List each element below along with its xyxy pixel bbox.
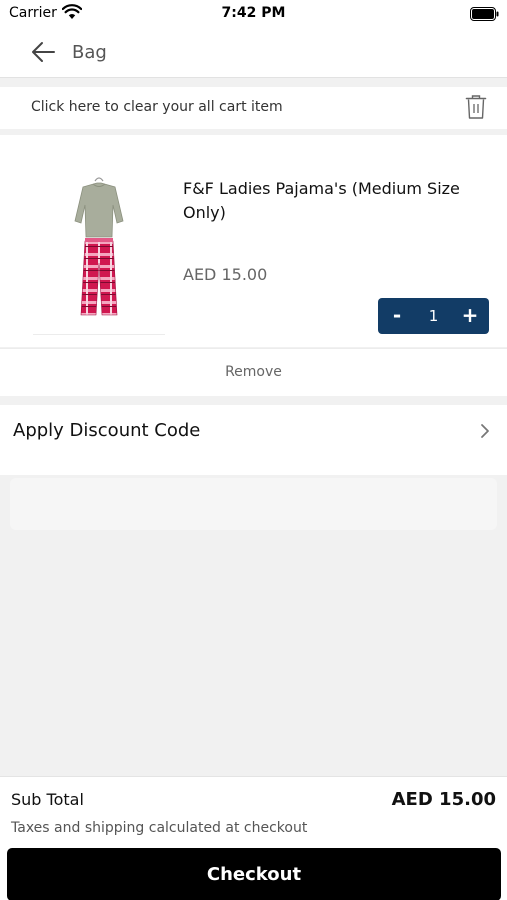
remove-row: Remove bbox=[0, 348, 507, 396]
clear-cart-bar[interactable]: Click here to clear your all cart item bbox=[0, 87, 507, 129]
trash-icon[interactable] bbox=[465, 94, 487, 120]
product-image[interactable] bbox=[33, 165, 165, 335]
battery-icon bbox=[470, 7, 499, 21]
nav-bar: Bag bbox=[0, 30, 507, 78]
subtotal-label: Sub Total bbox=[11, 790, 84, 809]
quantity-value: 1 bbox=[428, 307, 439, 325]
chevron-right-icon bbox=[481, 424, 489, 438]
page-title: Bag bbox=[72, 42, 107, 63]
decrease-quantity-button[interactable]: - bbox=[378, 298, 416, 334]
increase-quantity-button[interactable]: + bbox=[451, 298, 489, 334]
clear-cart-label[interactable]: Click here to clear your all cart item bbox=[31, 99, 283, 115]
subtotal-value: AED 15.00 bbox=[391, 789, 496, 810]
remove-item-button[interactable]: Remove bbox=[0, 364, 507, 380]
product-name[interactable]: F&F Ladies Pajama's (Medium Size Only) bbox=[183, 177, 473, 225]
taxes-note: Taxes and shipping calculated at checkou… bbox=[11, 820, 308, 836]
apply-discount-label[interactable]: Apply Discount Code bbox=[13, 420, 200, 441]
cart-item: F&F Ladies Pajama's (Medium Size Only) A… bbox=[0, 135, 507, 347]
status-bar: Carrier 7:42 PM bbox=[0, 0, 507, 30]
status-time: 7:42 PM bbox=[221, 5, 286, 21]
image-divider bbox=[33, 334, 165, 335]
apply-discount-row[interactable]: Apply Discount Code bbox=[0, 405, 507, 475]
order-summary: Sub Total AED 15.00 Taxes and shipping c… bbox=[0, 776, 507, 900]
empty-panel bbox=[10, 478, 497, 530]
product-price: AED 15.00 bbox=[183, 265, 268, 284]
quantity-stepper: - 1 + bbox=[378, 298, 489, 334]
back-arrow-icon[interactable] bbox=[30, 40, 56, 64]
checkout-button[interactable]: Checkout bbox=[7, 848, 501, 900]
